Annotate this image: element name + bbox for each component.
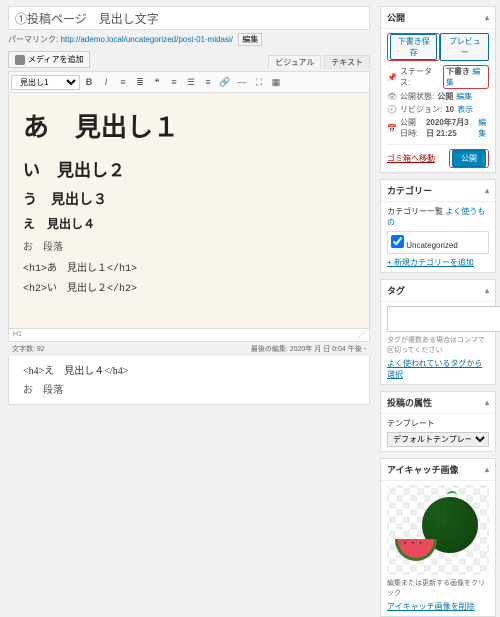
revisions-link[interactable]: 表示 (457, 104, 473, 115)
bold-icon[interactable]: B (81, 74, 97, 90)
word-count: 文字数: 92 (12, 344, 45, 354)
caret-up-icon[interactable]: ▴ (485, 13, 489, 22)
template-label: テンプレート (387, 418, 489, 429)
editor-mode-tabs: ビジュアル テキスト (268, 57, 370, 68)
tag-hint: タグが複数ある場合はコンマで区切ってください (387, 335, 489, 355)
heading-4: え 見出し４ (23, 215, 355, 232)
code-line-3: <h4>え 見出し４</h4> (23, 362, 355, 377)
permalink-label: パーマリンク: (8, 35, 58, 44)
add-media-button[interactable]: メディアを追加 (8, 51, 90, 68)
preview-button[interactable]: プレビュー (440, 33, 489, 61)
content-editable[interactable]: あ 見出し１ い 見出し２ う 見出し３ え 見出し４ お 段落 <h1>あ 見… (9, 93, 369, 328)
editor-status-bar: H1 ⋰ (9, 328, 369, 341)
number-list-icon[interactable]: ≣ (132, 74, 148, 90)
tab-text[interactable]: テキスト (324, 55, 370, 69)
pin-icon: 📌 (387, 73, 397, 82)
cat-tab-all[interactable]: カテゴリー一覧 (387, 207, 443, 216)
align-left-icon[interactable]: ≡ (166, 74, 182, 90)
caret-up-icon[interactable]: ▴ (485, 465, 489, 474)
publish-title: 公開 (387, 11, 405, 24)
tag-input[interactable] (387, 306, 500, 332)
element-path: H1 (13, 331, 22, 339)
heading-2: い 見出し２ (23, 156, 355, 181)
permalink-row: パーマリンク: http://ademo.local/uncategorized… (8, 33, 370, 46)
thumbnail-title: アイキャッチ画像 (387, 463, 459, 476)
sidebar: 公開▴ 下書き保存 プレビュー 📌ステータス: 下書き 編集 👁公開状態: 公開… (378, 0, 500, 525)
paragraph-2: お 段落 (23, 381, 355, 396)
remove-thumbnail-link[interactable]: アイキャッチ画像を削除 (387, 602, 475, 611)
date-edit-link[interactable]: 編集 (478, 117, 489, 139)
post-title-input[interactable] (8, 6, 370, 30)
watermelon-image (393, 495, 483, 565)
add-category-link[interactable]: + 新規カテゴリーを追加 (387, 258, 474, 267)
visibility-edit-link[interactable]: 編集 (456, 91, 472, 102)
categories-title: カテゴリー (387, 184, 432, 197)
editor-toolbar: 見出し1 B I ≡ ≣ ❝ ≡ ☰ ≡ 🔗 — ⛶ ▦ (9, 72, 369, 93)
trash-link[interactable]: ゴミ箱へ移動 (387, 153, 435, 164)
frequent-tags-link[interactable]: よく使われているタグから選択 (387, 359, 482, 379)
revisions-icon: 🕘 (387, 105, 397, 114)
category-item: Uncategorized (387, 231, 489, 254)
below-editor-area: <h4>え 見出し４</h4> お 段落 (8, 356, 370, 405)
caret-up-icon[interactable]: ▴ (485, 186, 489, 195)
template-select[interactable]: デフォルトテンプレート (387, 432, 489, 447)
permalink-url[interactable]: http://ademo.local/uncategorized/post-01… (60, 35, 233, 44)
tab-visual[interactable]: ビジュアル (268, 55, 321, 69)
format-select[interactable]: 見出し1 (11, 75, 80, 90)
resize-handle-icon[interactable]: ⋰ (358, 331, 365, 339)
bullet-list-icon[interactable]: ≡ (115, 74, 131, 90)
caret-up-icon[interactable]: ▴ (485, 286, 489, 295)
featured-image[interactable] (387, 485, 489, 575)
publish-button[interactable]: 公開 (452, 150, 486, 167)
paragraph-1: お 段落 (23, 238, 355, 253)
last-edit: 最後の編集: 2020年 月 日 0:04 午後 - (251, 344, 366, 354)
permalink-edit-button[interactable]: 編集 (238, 33, 262, 46)
code-line-2: <h2>い 見出し２</h2> (23, 279, 355, 295)
quote-icon[interactable]: ❝ (149, 74, 165, 90)
code-line-1: <h1>あ 見出し１</h1> (23, 259, 355, 275)
fullscreen-icon[interactable]: ⛶ (251, 74, 267, 90)
more-icon[interactable]: — (234, 74, 250, 90)
attributes-title: 投稿の属性 (387, 396, 432, 409)
publish-panel: 公開▴ 下書き保存 プレビュー 📌ステータス: 下書き 編集 👁公開状態: 公開… (380, 6, 496, 173)
toolbar-toggle-icon[interactable]: ▦ (268, 74, 284, 90)
categories-panel: カテゴリー▴ カテゴリー一覧 よく使うもの Uncategorized + 新規… (380, 179, 496, 273)
link-icon[interactable]: 🔗 (217, 74, 233, 90)
tags-title: タグ (387, 284, 405, 297)
italic-icon[interactable]: I (98, 74, 114, 90)
align-center-icon[interactable]: ☰ (183, 74, 199, 90)
editor-main: パーマリンク: http://ademo.local/uncategorized… (0, 0, 378, 525)
eye-icon: 👁 (387, 92, 397, 101)
align-right-icon[interactable]: ≡ (200, 74, 216, 90)
thumbnail-panel: アイキャッチ画像 ▴ 編集または更新する画像をクリック アイキャッチ画像を削除 (380, 458, 496, 617)
calendar-icon: 📅 (387, 124, 397, 133)
category-checkbox[interactable] (391, 235, 404, 248)
editor: 見出し1 B I ≡ ≣ ❝ ≡ ☰ ≡ 🔗 — ⛶ ▦ あ 見出し１ い 見出… (8, 71, 370, 342)
heading-3: う 見出し３ (23, 189, 355, 209)
thumbnail-hint: 編集または更新する画像をクリック (387, 578, 489, 598)
caret-up-icon[interactable]: ▴ (485, 398, 489, 407)
heading-1: あ 見出し１ (23, 107, 355, 144)
save-draft-button[interactable]: 下書き保存 (390, 34, 437, 60)
attributes-panel: 投稿の属性 ▴ テンプレート デフォルトテンプレート (380, 391, 496, 452)
tags-panel: タグ▴ 追加 タグが複数ある場合はコンマで区切ってください よく使われているタグ… (380, 279, 496, 385)
